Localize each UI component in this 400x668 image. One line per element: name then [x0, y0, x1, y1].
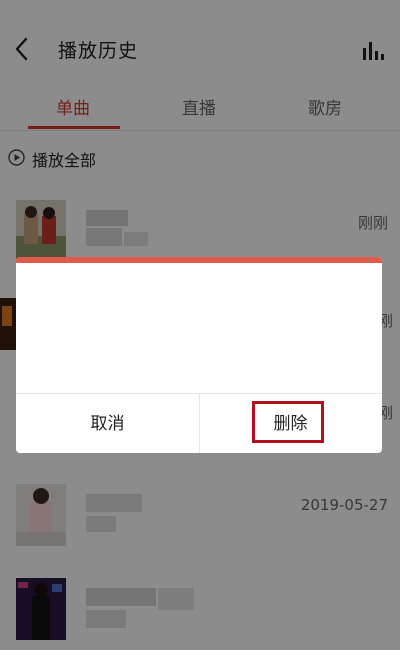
cancel-button[interactable]: 取消	[16, 394, 200, 453]
delete-dialog: 取消 删除	[16, 257, 382, 453]
dialog-body	[16, 263, 382, 393]
delete-button-highlight	[252, 401, 324, 443]
dialog-actions: 取消 删除	[16, 393, 382, 453]
play-history-screen: 播放历史 单曲 直播 歌房 播放全部 刚刚 刚 刚 2019-05-27 取消 …	[0, 0, 400, 650]
